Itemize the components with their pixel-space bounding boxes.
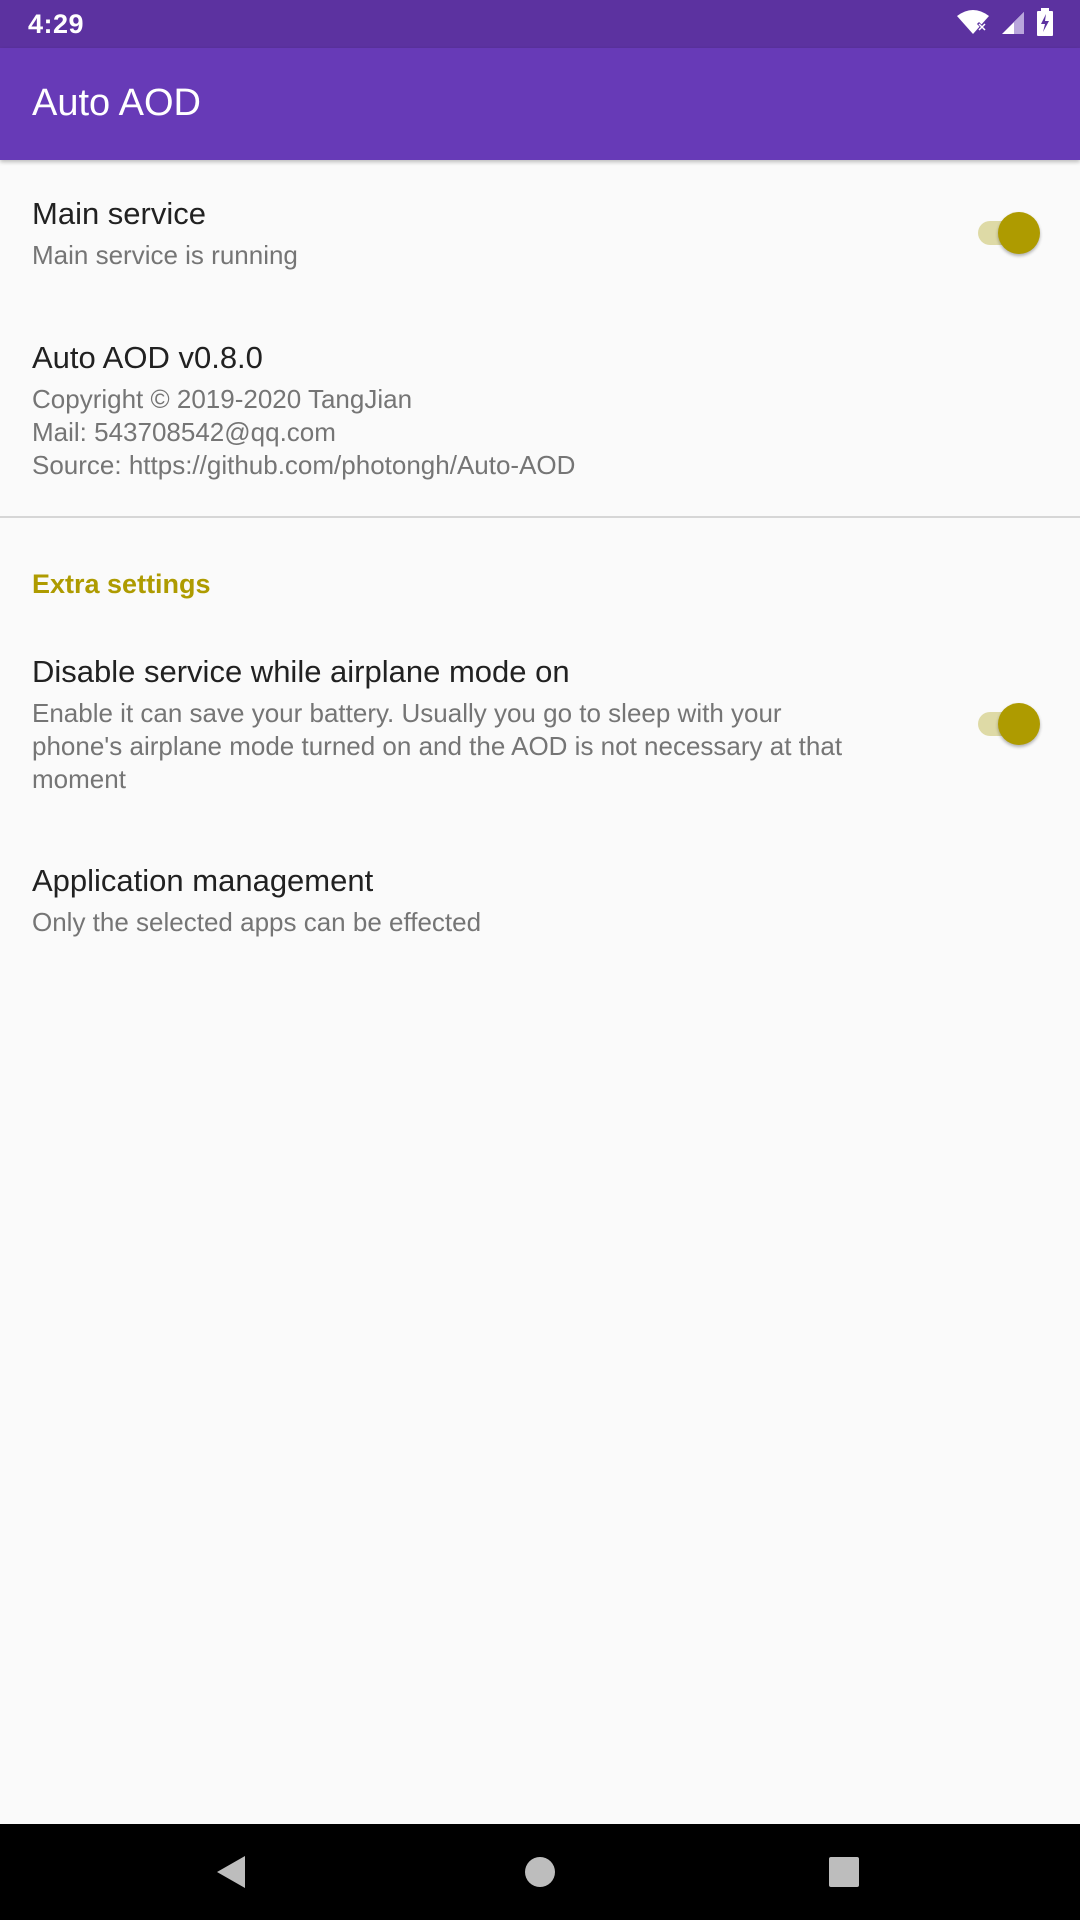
app-screen: 4:29 Auto AOD Main service Main service … xyxy=(0,0,1080,1920)
recents-icon[interactable] xyxy=(820,1848,868,1896)
about-mail: Mail: 543708542@qq.com xyxy=(32,417,336,447)
about-title: Auto AOD v0.8.0 xyxy=(32,340,263,375)
switch-thumb xyxy=(998,703,1040,745)
status-icons xyxy=(956,7,1054,41)
status-bar: 4:29 xyxy=(0,0,1080,48)
airplane-mode-preference[interactable]: Disable service while airplane mode on E… xyxy=(0,630,1080,810)
app-management-title: Application management xyxy=(32,863,374,898)
main-service-title: Main service xyxy=(32,196,206,231)
home-icon[interactable] xyxy=(516,1848,564,1896)
wifi-icon xyxy=(956,9,990,40)
status-time: 4:29 xyxy=(28,9,85,39)
airplane-mode-summary-line: phone's airplane mode turned on and the … xyxy=(32,731,843,761)
about-copyright: Copyright © 2019-2020 TangJian xyxy=(32,384,413,414)
extra-settings-category: Extra settings xyxy=(32,569,211,599)
about-source: Source: https://github.com/photongh/Auto… xyxy=(32,450,576,480)
section-divider xyxy=(0,516,1080,518)
navigation-bar xyxy=(0,1824,1080,1920)
main-service-switch[interactable] xyxy=(974,210,1042,254)
battery-charging-icon xyxy=(1036,7,1054,41)
app-management-preference[interactable]: Application management Only the selected… xyxy=(0,840,1080,960)
main-service-summary: Main service is running xyxy=(32,240,298,270)
airplane-mode-title: Disable service while airplane mode on xyxy=(32,654,570,689)
airplane-mode-switch[interactable] xyxy=(974,701,1042,745)
app-bar: Auto AOD xyxy=(0,48,1080,160)
airplane-mode-summary-line: moment xyxy=(32,764,126,794)
app-management-summary: Only the selected apps can be effected xyxy=(32,907,482,937)
cell-signal-icon xyxy=(1000,9,1026,40)
back-icon[interactable] xyxy=(208,1848,256,1896)
airplane-mode-summary-line: Enable it can save your battery. Usually… xyxy=(32,698,782,728)
switch-thumb xyxy=(998,212,1040,254)
app-title: Auto AOD xyxy=(32,82,201,124)
main-service-preference[interactable]: Main service Main service is running xyxy=(0,160,1080,300)
about-preference[interactable]: Auto AOD v0.8.0 Copyright © 2019-2020 Ta… xyxy=(0,320,1080,510)
